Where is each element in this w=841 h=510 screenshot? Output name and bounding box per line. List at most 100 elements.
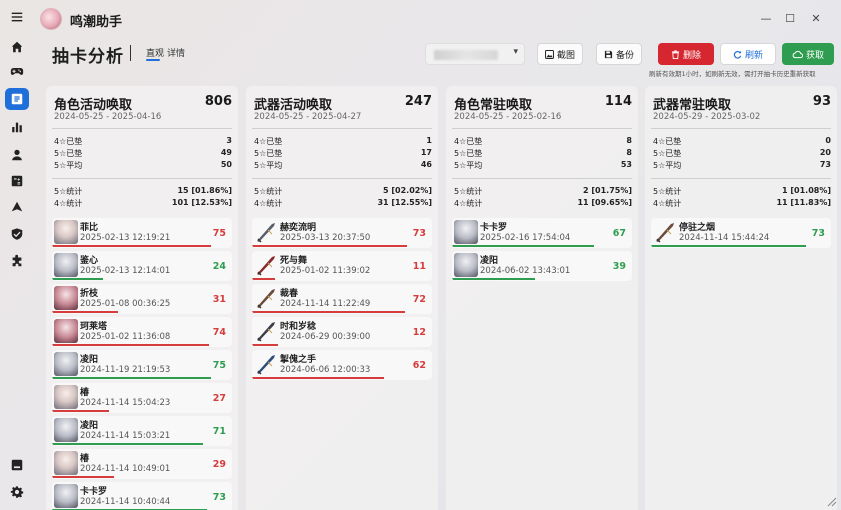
- stat-value: 2 [01.75%]: [583, 186, 632, 195]
- pity-bar: [52, 476, 114, 478]
- pull-record[interactable]: 裁春 2024-11-14 11:22:49 72: [252, 284, 432, 314]
- delete-button[interactable]: 删除: [658, 43, 714, 65]
- bar-chart-icon[interactable]: [5, 116, 29, 138]
- stat-label: 4☆统计: [254, 199, 283, 208]
- tab-details[interactable]: 详情: [167, 46, 185, 59]
- divider: [452, 178, 632, 179]
- resize-grip-icon[interactable]: [825, 495, 837, 507]
- stat-row: 5☆已垫 49: [54, 148, 232, 160]
- pity-bar: [252, 344, 278, 346]
- stat-row: 4☆已垫 0: [653, 136, 831, 148]
- record-pity-count: 73: [212, 492, 226, 503]
- pity-bar: [52, 410, 109, 412]
- app-title: 鸣潮助手: [70, 15, 123, 30]
- stat-label: 4☆统计: [54, 199, 83, 208]
- home-icon[interactable]: [5, 36, 29, 58]
- record-time: 2024-11-14 15:04:23: [80, 398, 171, 408]
- record-name: 折枝: [80, 289, 99, 299]
- record-time: 2025-03-13 20:37:50: [280, 233, 371, 243]
- pull-record[interactable]: 菲比 2025-02-13 12:19:21 75: [52, 218, 232, 248]
- tab-visual[interactable]: 直观: [146, 46, 164, 59]
- record-name: 鉴心: [80, 256, 99, 266]
- divider: [651, 178, 831, 179]
- stat-label: 5☆统计: [653, 187, 682, 196]
- record-name: 死与舞: [280, 256, 308, 266]
- settings-icon[interactable]: [5, 481, 29, 503]
- pull-record[interactable]: 停驻之烟 2024-11-14 15:44:24 73: [651, 218, 831, 248]
- minimize-button[interactable]: —: [756, 10, 776, 26]
- user-icon[interactable]: [5, 144, 29, 166]
- record-time: 2024-06-29 00:39:00: [280, 332, 371, 342]
- pull-record[interactable]: 凌阳 2024-11-14 15:03:21 71: [52, 416, 232, 446]
- pull-record[interactable]: 卡卡罗 2025-02-16 17:54:04 67: [452, 218, 632, 248]
- record-time: 2024-11-14 10:49:01: [80, 464, 171, 474]
- up-arrow-icon[interactable]: [5, 196, 29, 218]
- stat-value: 5 [02.02%]: [383, 186, 432, 195]
- record-time: 2024-11-14 10:40:44: [80, 497, 171, 507]
- stat-row: 5☆统计 1 [01.08%]: [653, 186, 831, 198]
- menu-icon[interactable]: [5, 6, 29, 28]
- pool-title: 武器常驻唤取: [653, 98, 732, 113]
- pull-record[interactable]: 凌阳 2024-11-19 21:19:53 75: [52, 350, 232, 380]
- pull-record[interactable]: 赫奕流明 2025-03-13 20:37:50 73: [252, 218, 432, 248]
- puzzle-icon[interactable]: [5, 250, 29, 272]
- weapon-thumbnail: [254, 319, 278, 343]
- record-time: 2024-06-06 12:00:33: [280, 365, 371, 375]
- pull-record[interactable]: 椿 2024-11-14 15:04:23 27: [52, 383, 232, 413]
- calculator-icon[interactable]: [5, 170, 29, 192]
- book-icon[interactable]: [5, 454, 29, 476]
- stat-label: 4☆已垫: [454, 137, 483, 146]
- refresh-button[interactable]: 刷新: [720, 43, 776, 65]
- divider: [52, 178, 232, 179]
- record-time: 2025-01-08 00:36:25: [80, 299, 171, 309]
- account-select[interactable]: ▾: [425, 43, 525, 65]
- backup-label: 备份: [615, 50, 634, 61]
- card-icon[interactable]: [5, 88, 29, 110]
- stat-label: 4☆已垫: [54, 137, 83, 146]
- fetch-button[interactable]: 获取: [782, 43, 834, 65]
- stat-value: 15 [01.86%]: [177, 186, 232, 195]
- stat-row: 4☆统计 11 [11.83%]: [653, 198, 831, 210]
- character-thumbnail: [54, 352, 78, 376]
- image-icon: [545, 49, 554, 59]
- stat-value: 31 [12.55%]: [377, 198, 432, 207]
- pull-record[interactable]: 卡卡罗 2024-11-14 10:40:44 73: [52, 482, 232, 510]
- stat-row: 5☆统计 2 [01.75%]: [454, 186, 632, 198]
- stat-value: 1 [01.08%]: [782, 186, 831, 195]
- pool-total: 806: [204, 94, 232, 109]
- record-pity-count: 75: [212, 360, 226, 371]
- stat-value: 1: [426, 136, 432, 145]
- backup-button[interactable]: 备份: [596, 43, 642, 65]
- pull-record[interactable]: 鉴心 2025-02-13 12:14:01 24: [52, 251, 232, 281]
- character-thumbnail: [454, 220, 478, 244]
- pool-date-range: 2024-05-25 - 2025-02-16: [454, 112, 562, 122]
- gamepad-icon[interactable]: [5, 60, 29, 82]
- stat-label: 5☆平均: [54, 161, 83, 170]
- pool-column: 角色常驻唤取 114 2024-05-25 - 2025-02-16 4☆已垫 8 5☆已…: [446, 86, 638, 510]
- pity-bar: [52, 344, 209, 346]
- stat-value: 20: [819, 148, 831, 157]
- pull-record[interactable]: 掣傀之手 2024-06-06 12:00:33 62: [252, 350, 432, 380]
- pull-record[interactable]: 死与舞 2025-01-02 11:39:02 11: [252, 251, 432, 281]
- record-pity-count: 73: [811, 228, 825, 239]
- stat-row: 5☆平均 53: [454, 160, 632, 172]
- record-time: 2025-02-13 12:19:21: [80, 233, 171, 243]
- character-thumbnail: [54, 385, 78, 409]
- weapon-thumbnail: [254, 220, 278, 244]
- pull-record[interactable]: 折枝 2025-01-08 00:36:25 31: [52, 284, 232, 314]
- shield-check-icon[interactable]: [5, 223, 29, 245]
- pull-record[interactable]: 珂莱塔 2025-01-02 11:36:08 74: [52, 317, 232, 347]
- pull-record[interactable]: 凌阳 2024-06-02 13:43:01 39: [452, 251, 632, 281]
- record-pity-count: 73: [412, 228, 426, 239]
- character-thumbnail: [54, 220, 78, 244]
- pool-column: 武器活动唤取 247 2024-05-25 - 2025-04-27 4☆已垫 1 5☆已…: [246, 86, 438, 510]
- refresh-label: 刷新: [744, 50, 763, 61]
- close-button[interactable]: ✕: [806, 10, 826, 26]
- stat-row: 5☆平均 46: [254, 160, 432, 172]
- screenshot-button[interactable]: 截图: [537, 43, 583, 65]
- maximize-button[interactable]: ☐: [780, 10, 800, 26]
- pull-record[interactable]: 椿 2024-11-14 10:49:01 29: [52, 449, 232, 479]
- pull-record[interactable]: 时和岁稔 2024-06-29 00:39:00 12: [252, 317, 432, 347]
- stat-label: 4☆已垫: [254, 137, 283, 146]
- record-pity-count: 72: [412, 294, 426, 305]
